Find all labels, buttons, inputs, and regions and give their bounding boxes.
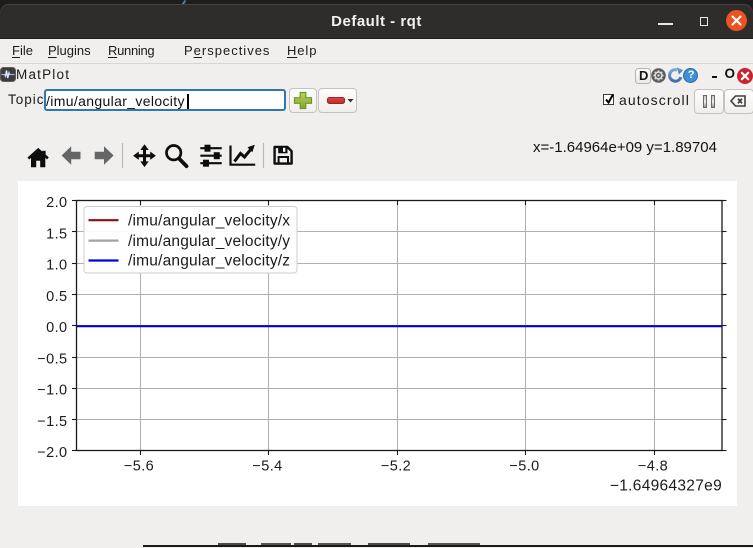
svg-text:−1.64964327e9: −1.64964327e9 bbox=[610, 478, 722, 495]
svg-text:/imu/angular_velocity/y: /imu/angular_velocity/y bbox=[128, 233, 290, 250]
svg-text:/imu/angular_velocity/x: /imu/angular_velocity/x bbox=[128, 212, 290, 229]
svg-text:0.0: 0.0 bbox=[46, 320, 67, 336]
svg-text:−5.0: −5.0 bbox=[509, 459, 539, 475]
svg-text:1.5: 1.5 bbox=[46, 226, 67, 242]
svg-text:1.0: 1.0 bbox=[46, 258, 67, 274]
svg-text:−5.4: −5.4 bbox=[252, 459, 282, 475]
svg-text:−1.0: −1.0 bbox=[37, 383, 67, 399]
svg-text:−5.2: −5.2 bbox=[381, 459, 411, 475]
svg-text:0.5: 0.5 bbox=[46, 289, 67, 305]
svg-text:−1.5: −1.5 bbox=[37, 414, 67, 430]
svg-text:−4.8: −4.8 bbox=[638, 459, 668, 475]
svg-text:/imu/angular_velocity/z: /imu/angular_velocity/z bbox=[128, 253, 290, 270]
svg-text:2.0: 2.0 bbox=[46, 195, 67, 211]
svg-text:−5.6: −5.6 bbox=[124, 459, 154, 475]
svg-text:−2.0: −2.0 bbox=[37, 445, 67, 461]
svg-text:−0.5: −0.5 bbox=[37, 351, 67, 367]
